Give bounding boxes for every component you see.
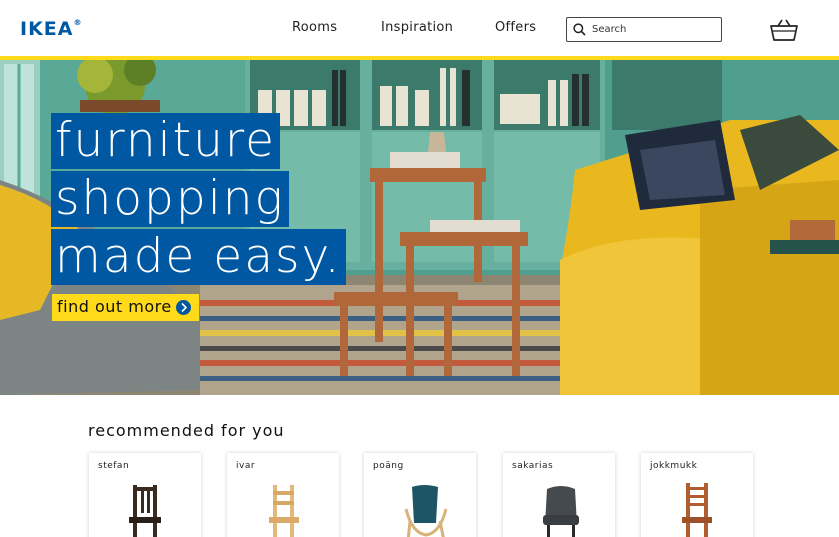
hero-headline-line-2: shopping	[51, 171, 289, 227]
search-box[interactable]	[566, 17, 722, 42]
upholstered-chair-icon	[543, 486, 579, 537]
living-room-photo	[0, 60, 839, 395]
product-name: jokkmukk	[650, 461, 698, 471]
dark-wood-chair-icon	[129, 485, 161, 537]
product-name: ivar	[236, 461, 256, 471]
armchair-icon	[404, 485, 448, 537]
nav-rooms[interactable]: Rooms	[292, 20, 337, 35]
brown-wood-chair-icon	[682, 483, 712, 537]
hero-headline-line-3: made easy.	[51, 229, 346, 285]
search-icon	[573, 23, 586, 36]
hero-banner: furniture shopping made easy. find out m…	[0, 60, 839, 395]
product-name: sakarias	[512, 461, 554, 471]
product-name: stefan	[98, 461, 130, 471]
find-out-more-button[interactable]: find out more	[52, 294, 199, 321]
nav-inspiration[interactable]: Inspiration	[381, 20, 453, 35]
pine-chair-icon	[269, 485, 299, 537]
chevron-right-icon	[176, 300, 191, 315]
site-header: IKEA® Rooms Inspiration Offers	[0, 0, 839, 58]
product-name: poäng	[373, 461, 404, 471]
search-input[interactable]	[592, 21, 716, 38]
product-card-stefan[interactable]: stefan	[89, 453, 201, 537]
nav-offers[interactable]: Offers	[495, 20, 536, 35]
product-card-sakarias[interactable]: sakarias	[503, 453, 615, 537]
product-card-ivar[interactable]: ivar	[227, 453, 339, 537]
recommended-heading: recommended for you	[88, 421, 285, 440]
hero-headline-line-1: furniture	[51, 113, 281, 169]
ikea-logo[interactable]: IKEA®	[20, 18, 82, 40]
product-card-jokkmukk[interactable]: jokkmukk	[641, 453, 753, 537]
cta-label: find out more	[57, 297, 172, 316]
basket-icon[interactable]	[769, 18, 799, 42]
product-card-poang[interactable]: poäng	[364, 453, 476, 537]
